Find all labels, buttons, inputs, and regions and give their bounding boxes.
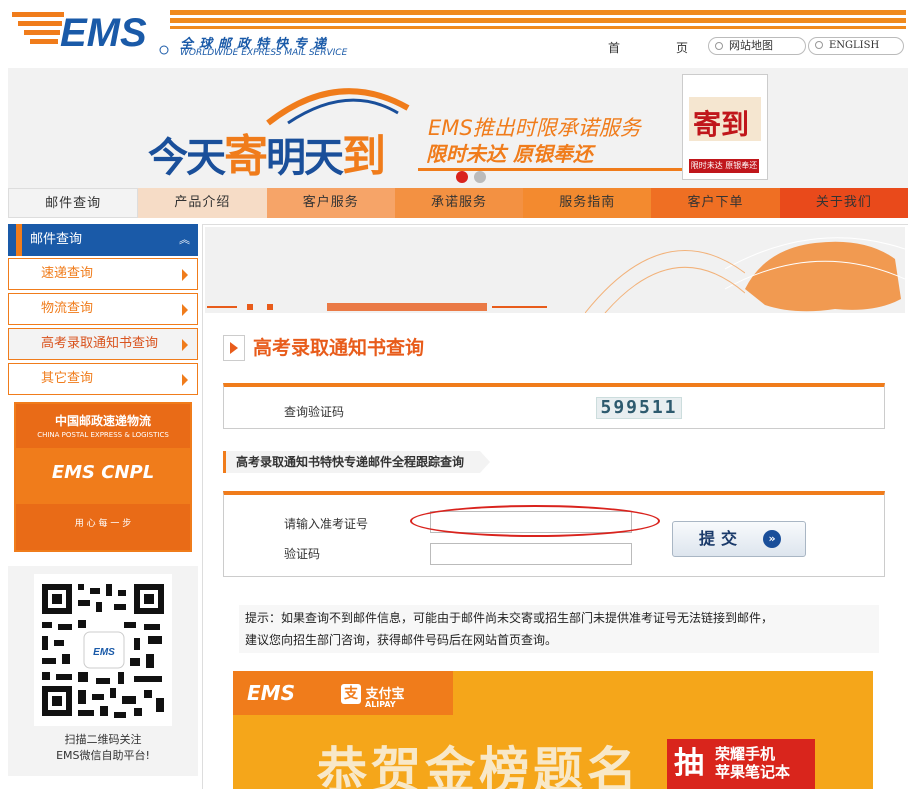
sitemap-label: 网站地图 (729, 39, 773, 52)
header-stripe (170, 26, 906, 29)
bullet-icon (815, 41, 823, 49)
nav-item-guide[interactable]: 服务指南 (523, 188, 652, 218)
double-arrow-right-icon: » (763, 530, 781, 548)
site-header: EMS 全球邮政特快专递 WORLDWIDE EXPRESS MAIL SERV… (0, 0, 916, 66)
tip-line1: 提示：如果查询不到邮件信息，可能由于邮件尚未交寄或招生部门未提供准考证号无法链接… (245, 611, 774, 625)
captcha-image[interactable]: 599511 (596, 397, 682, 419)
nav-item-about[interactable]: 关于我们 (779, 188, 908, 218)
pager-dot-active[interactable] (456, 171, 468, 183)
page-title: 高考录取通知书查询 (223, 335, 424, 361)
section-title: 高考录取通知书特快专递邮件全程跟踪查询 (223, 451, 491, 473)
banner-line2: 限时未达 原银奉还 (426, 142, 593, 166)
alipay-en: ALIPAY (365, 700, 396, 709)
page: EMS 全球邮政特快专递 WORLDWIDE EXPRESS MAIL SERV… (0, 0, 916, 789)
header-stripe (170, 10, 906, 15)
qr-caption: 扫描二维码关注 EMS微信自助平台! (8, 732, 198, 764)
tip-line2: 建议您向招生部门咨询，获得邮件号码后在网站首页查询。 (245, 633, 558, 647)
sidebar-item-label: 其它查询 (41, 371, 94, 386)
arrow-right-icon (182, 339, 188, 351)
sidebar-header[interactable]: 邮件查询 ︽ (8, 224, 198, 256)
banner-pager (456, 171, 492, 186)
hero-graphic (205, 227, 905, 313)
alipay-icon: 支 (341, 684, 361, 704)
qr-caption-line2: EMS微信自助平台! (56, 749, 150, 762)
promo-big-text: 恭贺金榜题名 (317, 742, 641, 789)
sidebar-item-label: 高考录取通知书查询 (41, 336, 159, 351)
arrow-right-icon (182, 304, 188, 316)
highlight-ellipse (410, 505, 660, 537)
home-link-1: 首 (608, 41, 621, 55)
english-link[interactable]: ENGLISH (808, 37, 904, 55)
main-content: 高考录取通知书查询 查询验证码 599511 高考录取通知书特快专递邮件全程跟踪… (202, 224, 908, 789)
collapse-icon[interactable]: ︽ (179, 224, 190, 256)
nav-item-commitment[interactable]: 承诺服务 (394, 188, 524, 218)
ems-logo-text: EMS (60, 11, 147, 55)
banner-headline-b: 寄 (224, 131, 268, 182)
promo-banner[interactable]: 今天寄明天到 EMS推出时限承诺服务 限时未达 原银奉还 寄到 限时未达 原银奉… (8, 68, 908, 188)
sidebar-item-other[interactable]: 其它查询 (8, 363, 198, 395)
promo-prize-2: 苹果笔记本 (715, 763, 791, 781)
calendar-image: 寄到 限时未达 原银奉还 (682, 74, 768, 180)
nav-item-customer-service[interactable]: 客户服务 (266, 188, 395, 218)
slogan-en: WORLDWIDE EXPRESS MAIL SERVICE (180, 48, 348, 58)
page-title-text: 高考录取通知书查询 (253, 337, 425, 359)
pager-dot[interactable] (474, 171, 486, 183)
home-link-2: 页 (676, 41, 689, 55)
svg-text:EMS: EMS (93, 647, 115, 658)
home-link[interactable]: 首页 (608, 39, 706, 56)
captcha-panel: 查询验证码 599511 (223, 383, 885, 429)
nav-item-order[interactable]: 客户下单 (651, 188, 780, 218)
china-post-logo-panel[interactable]: 中国邮政速递物流 CHINA POSTAL EXPRESS & LOGISTIC… (14, 402, 192, 552)
logo-bottom-text: 用 心 每 一 步 (16, 504, 190, 550)
nav-item-mail-query[interactable]: 邮件查询 (8, 188, 139, 218)
promo-prizes: 荣耀手机 苹果笔记本 (711, 739, 815, 789)
arrow-right-icon (182, 374, 188, 386)
banner-headline-c: 明天 (266, 135, 344, 181)
sidebar-item-label: 物流查询 (41, 301, 94, 316)
bullet-icon (715, 42, 723, 50)
verify-code-input[interactable] (430, 543, 632, 565)
delivery-strip-icon (207, 303, 547, 311)
header-stripe (170, 18, 906, 23)
promo-ems-logo: EMS (247, 681, 295, 705)
arrow-right-icon (182, 269, 188, 281)
calendar-big-text: 寄到 (693, 108, 750, 141)
globe-lines-icon (585, 250, 745, 313)
logo-mid-text: EMS CNPL (16, 448, 190, 504)
qr-caption-line1: 扫描二维码关注 (64, 733, 142, 746)
banner-headline: 今天寄明天到 (148, 120, 386, 184)
alipay-logo: 支 支付宝 ALIPAY (341, 683, 419, 709)
captcha-label: 查询验证码 (284, 405, 345, 419)
promo-lottery-badge: 抽 (667, 739, 711, 789)
english-label: ENGLISH (829, 40, 880, 51)
logo-en-text: CHINA POSTAL EXPRESS & LOGISTICS (37, 431, 169, 439)
logo-cn-text: 中国邮政速递物流 (54, 414, 151, 428)
wechat-qr-panel: EMS 扫描二维码关注 EMS微信自助平台! (8, 566, 198, 776)
qr-code-icon[interactable]: EMS (34, 574, 172, 726)
logo-row-top: 中国邮政速递物流 CHINA POSTAL EXPRESS & LOGISTIC… (16, 404, 190, 448)
promo-prize-1: 荣耀手机 (715, 745, 776, 763)
submit-label: 提交 (699, 529, 744, 548)
sitemap-link[interactable]: 网站地图 (708, 37, 806, 55)
query-form: 请输入准考证号 验证码 提交 » (223, 491, 885, 577)
verify-code-label: 验证码 (284, 547, 321, 561)
sidebar-item-label: 速递查询 (41, 266, 94, 281)
tip-text: 提示：如果查询不到邮件信息，可能由于邮件尚未交寄或招生部门未提供准考证号无法链接… (239, 605, 879, 653)
banner-headline-a: 今天 (148, 135, 226, 181)
china-map-icon (725, 237, 905, 312)
ems-logo[interactable]: EMS (12, 8, 172, 56)
sidebar-item-logistics[interactable]: 物流查询 (8, 293, 198, 325)
exam-no-label: 请输入准考证号 (284, 517, 369, 531)
submit-button[interactable]: 提交 » (672, 521, 806, 557)
chevron-right-icon (223, 335, 245, 361)
nav-item-products[interactable]: 产品介绍 (138, 188, 267, 218)
sidebar-item-express[interactable]: 速递查询 (8, 258, 198, 290)
banner-headline-d: 到 (342, 131, 386, 182)
sidebar-item-gaokao[interactable]: 高考录取通知书查询 (8, 328, 198, 360)
sidebar-header-label: 邮件查询 (30, 232, 83, 247)
main-nav: 邮件查询 产品介绍 客户服务 承诺服务 服务指南 客户下单 关于我们 (8, 188, 908, 218)
calendar-small-text: 限时未达 原银奉还 (689, 159, 759, 173)
alipay-promo-banner[interactable]: EMS 支 支付宝 ALIPAY 恭贺金榜题名 抽 荣耀手机 苹果笔记本 (233, 671, 873, 789)
